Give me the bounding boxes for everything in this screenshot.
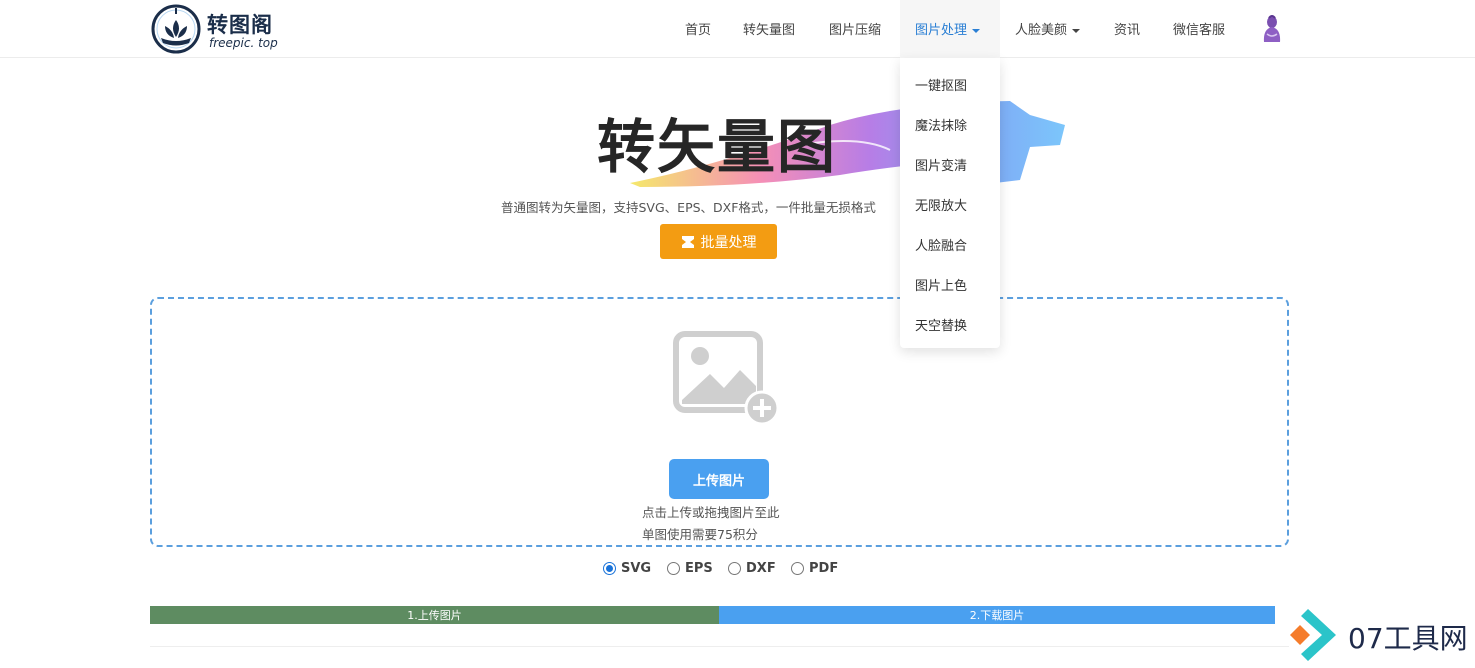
batch-icon — [681, 235, 694, 248]
format-label-svg: SVG — [621, 561, 652, 576]
format-option-dxf[interactable]: DXF — [728, 561, 776, 576]
format-option-pdf[interactable]: PDF — [791, 561, 838, 576]
caret-down-icon — [1072, 28, 1081, 33]
nav-vectorize[interactable]: 转矢量图 — [743, 19, 795, 38]
dropdown-item-enhance[interactable]: 图片变清 — [915, 155, 967, 174]
batch-process-button[interactable]: 批量处理 — [660, 224, 777, 259]
main-nav: 首页 转矢量图 图片压缩 图片处理 人脸美颜 资讯 微信客服 — [0, 0, 1475, 58]
radio-pdf[interactable] — [791, 562, 804, 575]
page-title: 转矢量图 — [597, 113, 838, 181]
dropdown-item-magic-erase[interactable]: 魔法抹除 — [915, 115, 967, 134]
upload-image-button[interactable]: 上传图片 — [669, 459, 769, 499]
batch-process-label: 批量处理 — [700, 234, 757, 251]
image-add-icon — [673, 331, 780, 426]
step-upload: 1.上传图片 — [150, 606, 719, 624]
nav-image-processing[interactable]: 图片处理 — [915, 19, 981, 38]
caret-down-icon — [972, 28, 981, 33]
watermark: 07工具网 — [1286, 605, 1468, 663]
watermark-logo-icon — [1290, 609, 1336, 661]
dropdown-item-sky-replace[interactable]: 天空替换 — [915, 315, 967, 334]
format-label-pdf: PDF — [809, 561, 839, 576]
format-label-dxf: DXF — [746, 561, 776, 576]
watermark-text: 07工具网 — [1348, 622, 1468, 655]
nav-face-beauty[interactable]: 人脸美颜 — [1015, 19, 1081, 38]
upload-hint: 点击上传或拖拽图片至此 — [642, 505, 780, 520]
dropdown-item-cutout[interactable]: 一键抠图 — [915, 75, 967, 94]
nav-news[interactable]: 资讯 — [1114, 19, 1140, 38]
format-option-svg[interactable]: SVG — [603, 561, 651, 576]
nav-image-processing-label: 图片处理 — [915, 23, 968, 38]
dropdown-item-colorize[interactable]: 图片上色 — [915, 275, 967, 294]
radio-dxf[interactable] — [728, 562, 741, 575]
divider — [150, 646, 1289, 647]
dropdown-item-upscale[interactable]: 无限放大 — [915, 195, 967, 214]
format-option-eps[interactable]: EPS — [667, 561, 713, 576]
page-subtitle: 普通图转为矢量图，支持SVG、EPS、DXF格式，一件批量无损格式 — [501, 200, 876, 215]
nav-wechat-service[interactable]: 微信客服 — [1173, 19, 1225, 38]
user-avatar-icon[interactable] — [1258, 14, 1286, 44]
radio-eps[interactable] — [667, 562, 680, 575]
image-processing-dropdown: 一键抠图 魔法抹除 图片变清 无限放大 人脸融合 图片上色 天空替换 — [900, 58, 1000, 348]
format-label-eps: EPS — [685, 561, 713, 576]
nav-home[interactable]: 首页 — [685, 19, 711, 38]
radio-svg[interactable] — [603, 562, 616, 575]
nav-face-beauty-label: 人脸美颜 — [1015, 23, 1068, 38]
nav-compress[interactable]: 图片压缩 — [829, 19, 881, 38]
dropdown-item-face-merge[interactable]: 人脸融合 — [915, 235, 967, 254]
top-header: 转图阁 freepic. top 首页 转矢量图 图片压缩 图片处理 人脸美颜 … — [0, 0, 1475, 58]
step-download: 2.下载图片 — [719, 606, 1275, 624]
points-cost-hint: 单图使用需要75积分 — [642, 527, 758, 542]
